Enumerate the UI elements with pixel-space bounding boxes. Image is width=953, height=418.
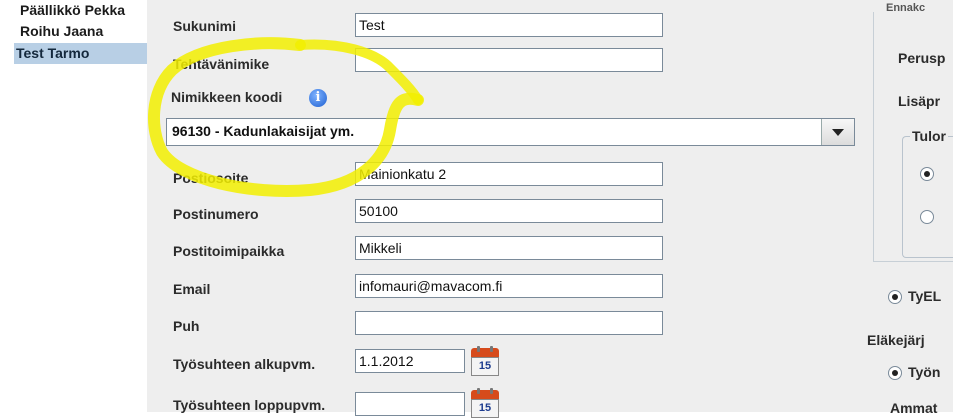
lisa-label: Lisäpr bbox=[898, 93, 941, 109]
postiosoite-field[interactable]: Mainionkatu 2 bbox=[355, 162, 663, 186]
tulo-group-box bbox=[902, 136, 953, 258]
list-item[interactable]: Roihu Jaana bbox=[18, 21, 147, 42]
loppupvm-field[interactable] bbox=[355, 392, 465, 416]
radio-tyon[interactable] bbox=[888, 366, 902, 380]
label-loppupvm: Työsuhteen loppupvm. bbox=[173, 397, 326, 413]
calendar-day: 15 bbox=[471, 357, 499, 376]
label-alkupvm: Työsuhteen alkupvm. bbox=[173, 356, 316, 372]
label-tehtavanimike: Tehtävänimike bbox=[173, 56, 270, 72]
tyon-label: Työn bbox=[908, 364, 941, 380]
label-puh: Puh bbox=[173, 318, 200, 334]
top-label: Ennakc bbox=[886, 2, 926, 14]
chevron-down-icon[interactable] bbox=[821, 119, 854, 145]
calendar-day: 15 bbox=[471, 399, 499, 418]
label-sukunimi: Sukunimi bbox=[173, 18, 237, 34]
ammat-label: Ammat bbox=[890, 400, 938, 416]
label-postinumero: Postinumero bbox=[173, 206, 259, 222]
puh-field[interactable] bbox=[355, 311, 663, 335]
list-item[interactable]: Päällikkö Pekka bbox=[18, 0, 147, 21]
tyel-label: TyEL bbox=[908, 288, 942, 304]
list-item-selected[interactable]: Test Tarmo bbox=[14, 43, 147, 64]
sukunimi-field[interactable]: Test bbox=[355, 13, 663, 37]
radio-tyel[interactable] bbox=[888, 290, 902, 304]
label-postitoimipaikka: Postitoimipaikka bbox=[173, 243, 285, 259]
calendar-icon[interactable]: 15 bbox=[471, 346, 499, 376]
calendar-icon[interactable]: 15 bbox=[471, 388, 499, 418]
radio-option-b[interactable] bbox=[920, 210, 934, 224]
info-icon[interactable]: i bbox=[309, 89, 327, 107]
postitoimipaikka-field[interactable]: Mikkeli bbox=[355, 236, 663, 260]
label-nimikkeen-koodi: Nimikkeen koodi bbox=[171, 89, 283, 105]
label-email: Email bbox=[173, 281, 211, 297]
tehtavanimike-field[interactable] bbox=[355, 48, 663, 72]
perus-label: Perusp bbox=[898, 50, 946, 66]
nimikkeen-koodi-select[interactable]: 96130 - Kadunlakaisijat ym. bbox=[166, 118, 855, 146]
email-field[interactable]: infomauri@mavacom.fi bbox=[355, 274, 663, 298]
elake-label: Eläkejärj bbox=[867, 332, 925, 348]
postinumero-field[interactable]: 50100 bbox=[355, 199, 663, 223]
select-value: 96130 - Kadunlakaisijat ym. bbox=[172, 123, 355, 139]
label-postiosoite: Postiosoite bbox=[173, 170, 249, 186]
group-title: Tulor bbox=[910, 128, 948, 144]
alkupvm-field[interactable]: 1.1.2012 bbox=[355, 349, 465, 373]
radio-option-a[interactable] bbox=[920, 167, 934, 181]
